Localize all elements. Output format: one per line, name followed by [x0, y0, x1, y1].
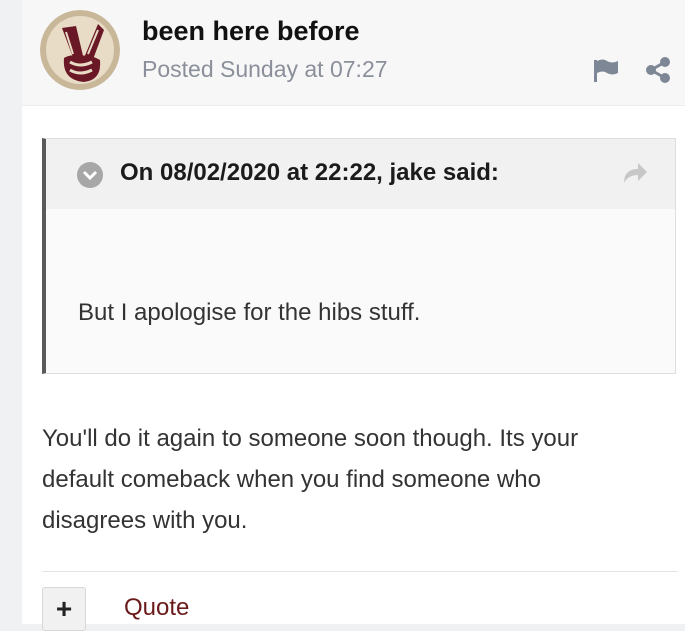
flag-icon[interactable]: [592, 58, 620, 84]
post-header: been here before Posted Sunday at 07:27: [22, 0, 685, 106]
post-body-line: default comeback when you find someone w…: [42, 466, 541, 493]
post-body-line: You'll do it again to someone soon thoug…: [42, 425, 579, 452]
chevron-down-circle-icon[interactable]: [76, 161, 104, 189]
quote-text: But I apologise for the hibs stuff.: [78, 299, 421, 326]
quote-button[interactable]: Quote: [124, 594, 189, 622]
quote-citation: On 08/02/2020 at 22:22, jake said:: [120, 159, 499, 186]
author-name[interactable]: been here before: [142, 16, 360, 47]
post-timestamp[interactable]: Posted Sunday at 07:27: [142, 56, 388, 83]
divider: [42, 571, 678, 572]
post-body: You'll do it again to someone soon thoug…: [42, 418, 642, 541]
plus-button[interactable]: +: [42, 587, 86, 631]
quote-header: On 08/02/2020 at 22:22, jake said:: [46, 139, 675, 209]
share-icon[interactable]: [644, 56, 672, 84]
quote-block: On 08/02/2020 at 22:22, jake said: But I…: [42, 138, 676, 374]
post-card: been here before Posted Sunday at 07:27: [22, 0, 685, 631]
forward-arrow-icon[interactable]: [620, 161, 648, 185]
post-body-line: disagrees with you.: [42, 507, 248, 534]
author-avatar[interactable]: [40, 10, 120, 90]
